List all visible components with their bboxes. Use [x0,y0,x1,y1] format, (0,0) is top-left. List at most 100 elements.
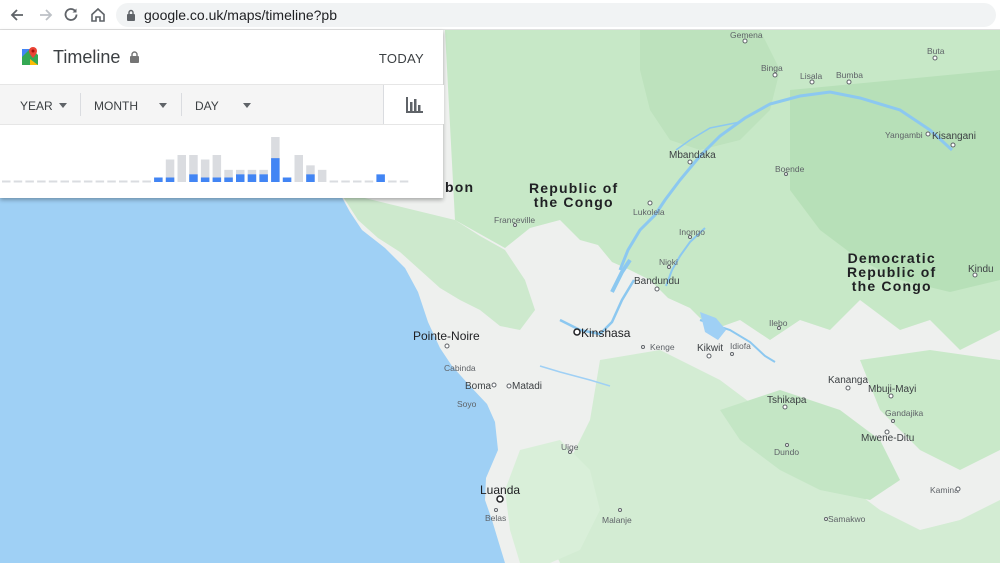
place-label[interactable]: Gemena [730,30,763,40]
place-label[interactable]: Belas [485,513,506,523]
histogram-bar[interactable] [25,180,34,183]
histogram-bar[interactable] [189,155,198,182]
place-label[interactable]: Franceville [494,215,535,225]
place-label[interactable]: Gandajika [885,408,923,418]
month-dropdown-label: MONTH [94,99,138,113]
place-label[interactable]: Idiofa [730,341,751,351]
place-label[interactable]: Soyo [457,399,476,409]
lock-icon[interactable] [126,9,136,21]
histogram-bar[interactable] [130,180,140,183]
day-dropdown[interactable]: DAY [182,85,382,124]
place-label[interactable]: Kikwit [697,343,723,354]
histogram-bar[interactable] [271,137,280,182]
place-label[interactable]: Kinshasa [581,326,630,340]
histogram-bar[interactable] [119,180,128,183]
histogram-bar[interactable] [259,169,268,182]
place-label[interactable]: Yangambi [885,130,923,140]
histogram-bar[interactable] [107,180,116,183]
place-label[interactable]: Tshikapa [767,395,806,406]
forward-arrow-icon[interactable] [35,5,55,25]
histogram-bar[interactable] [388,180,397,183]
place-label[interactable]: Mwene-Ditu [861,433,914,444]
country-label-republic-of-the-congo: Republic of the Congo [529,181,618,209]
place-label[interactable]: Mbuji-Mayi [868,384,916,395]
country-line: the Congo [851,278,932,294]
histogram-bar[interactable] [376,174,385,182]
place-label[interactable]: Cabinda [444,363,476,373]
place-label[interactable]: Pointe-Noire [413,329,480,343]
histogram-bar[interactable] [37,180,46,183]
country-label-gabon: bon [445,180,474,194]
histogram-bar[interactable] [224,169,233,182]
histogram-bar[interactable] [236,169,245,182]
place-label[interactable]: Nioki [659,257,678,267]
google-maps-logo-icon [22,47,38,65]
year-dropdown[interactable]: YEAR [0,85,80,124]
histogram-bar[interactable] [165,159,175,183]
histogram-bar[interactable] [200,159,210,183]
country-line: Republic of [847,264,937,280]
place-label[interactable]: Kananga [828,375,868,386]
histogram-bar[interactable] [399,180,409,183]
country-line: bon [445,179,475,195]
country-label-drc: Democratic Republic of the Congo [847,251,936,293]
place-label[interactable]: Samakwo [828,514,865,524]
chevron-down-icon [59,103,67,108]
country-line: Democratic [847,250,936,266]
home-icon[interactable] [88,5,108,25]
histogram-bar[interactable] [317,169,327,182]
place-label[interactable]: Ilebo [769,318,787,328]
histogram-bar[interactable] [2,180,11,183]
histogram-bar[interactable] [72,180,81,183]
place-label[interactable]: Inongo [679,227,705,237]
place-label[interactable]: Binga [761,63,783,73]
histogram-bar[interactable] [13,180,23,183]
histogram-bar[interactable] [247,169,257,182]
histogram-bar[interactable] [95,180,105,183]
place-label[interactable]: Luanda [480,483,520,497]
histogram-bar[interactable] [177,155,187,182]
histogram-bar[interactable] [282,177,292,183]
place-label[interactable]: Kenge [650,342,675,352]
place-label[interactable]: Buta [927,46,945,56]
histogram-bar[interactable] [364,180,374,183]
place-label[interactable]: Bumba [836,70,863,80]
toggle-chart-button[interactable] [383,85,444,124]
histogram-bar[interactable] [83,180,93,183]
lock-icon[interactable] [129,51,140,63]
histogram-bar[interactable] [353,180,362,183]
country-line: Republic of [529,180,619,196]
histogram-bar[interactable] [60,180,70,183]
today-button[interactable]: TODAY [379,51,424,66]
place-label[interactable]: Malanje [602,515,632,525]
place-label[interactable]: Kamina [930,485,959,495]
place-label[interactable]: Boende [775,164,804,174]
place-label[interactable]: Kindu [968,264,994,275]
reload-icon[interactable] [61,5,81,25]
histogram-bar[interactable] [294,155,304,182]
chevron-down-icon [159,103,167,108]
histogram-bar[interactable] [329,180,339,183]
histogram-bar[interactable] [341,180,350,183]
chevron-down-icon [243,103,251,108]
back-arrow-icon[interactable] [8,5,28,25]
month-dropdown[interactable]: MONTH [81,85,181,124]
activity-histogram[interactable] [0,125,443,198]
histogram-bar[interactable] [48,180,58,183]
histogram-bar[interactable] [142,180,151,183]
address-bar[interactable]: google.co.uk/maps/timeline?pb [116,3,996,27]
histogram-bar[interactable] [212,155,222,182]
place-label[interactable]: Uige [561,442,578,452]
histogram-bar[interactable] [154,177,163,183]
place-label[interactable]: Mbandaka [669,150,716,161]
place-label[interactable]: Lukolela [633,207,665,217]
place-label[interactable]: Lisala [800,71,822,81]
place-label[interactable]: Boma [465,381,491,392]
place-label[interactable]: Bandundu [634,276,680,287]
place-label[interactable]: Dundo [774,447,799,457]
place-label[interactable]: Kisangani [932,131,976,142]
timeline-title: Timeline [53,47,121,67]
place-label[interactable]: Matadi [512,381,542,392]
histogram-bar[interactable] [306,165,315,182]
browser-toolbar: google.co.uk/maps/timeline?pb [0,0,1000,30]
